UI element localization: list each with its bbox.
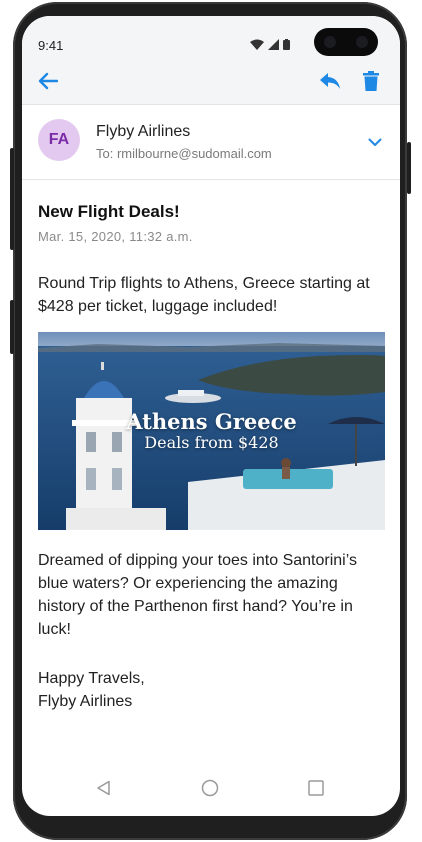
delete-button[interactable] — [356, 68, 386, 98]
arrow-back-icon — [38, 72, 59, 95]
body-paragraph: Dreamed of dipping your toes into Santor… — [38, 552, 357, 638]
back-triangle-icon — [96, 780, 112, 801]
email-subject: New Flight Deals! — [38, 202, 180, 221]
status-time: 9:41 — [38, 38, 64, 53]
back-button[interactable] — [32, 68, 64, 98]
signature-line: Flyby Airlines — [38, 693, 133, 710]
home-circle-icon — [201, 779, 219, 802]
side-button-right — [407, 142, 411, 194]
status-bar: 9:41 — [22, 16, 400, 62]
email-date: Mar. 15, 2020, 11:32 a.m. — [38, 229, 193, 244]
signoff-line: Happy Travels, — [38, 670, 145, 687]
camera-cutout — [314, 28, 378, 56]
battery-icon — [283, 37, 290, 55]
wifi-icon — [250, 37, 264, 55]
app-bar — [22, 62, 400, 105]
system-nav-bar — [22, 768, 400, 816]
phone-screen: 9:41 FA Flyby Airlines To: rmilbourne@su… — [22, 16, 400, 816]
banner-subtitle: Deals from $428 — [144, 433, 279, 452]
nav-home-button[interactable] — [198, 778, 222, 802]
recents-square-icon — [308, 779, 324, 801]
reply-button[interactable] — [314, 68, 346, 98]
banner-title: Athens Greece — [126, 409, 297, 434]
chevron-down-icon — [368, 134, 382, 151]
sender-header[interactable]: FA Flyby Airlines To: rmilbourne@sudomai… — [22, 105, 400, 180]
nav-recents-button[interactable] — [304, 778, 328, 802]
power-button — [10, 300, 14, 354]
volume-button — [10, 148, 14, 250]
intro-paragraph: Round Trip flights to Athens, Greece sta… — [38, 275, 370, 315]
expand-details-button[interactable] — [368, 134, 382, 152]
nav-back-button[interactable] — [92, 778, 116, 802]
trash-icon — [363, 70, 379, 96]
avatar: FA — [38, 119, 80, 161]
sender-name: Flyby Airlines — [96, 123, 191, 140]
promo-banner[interactable]: Athens Greece Deals from $428 — [38, 332, 385, 530]
status-icons — [250, 37, 290, 55]
signal-icon — [268, 37, 279, 55]
recipient-address: To: rmilbourne@sudomail.com — [96, 146, 272, 161]
reply-icon — [319, 72, 341, 95]
